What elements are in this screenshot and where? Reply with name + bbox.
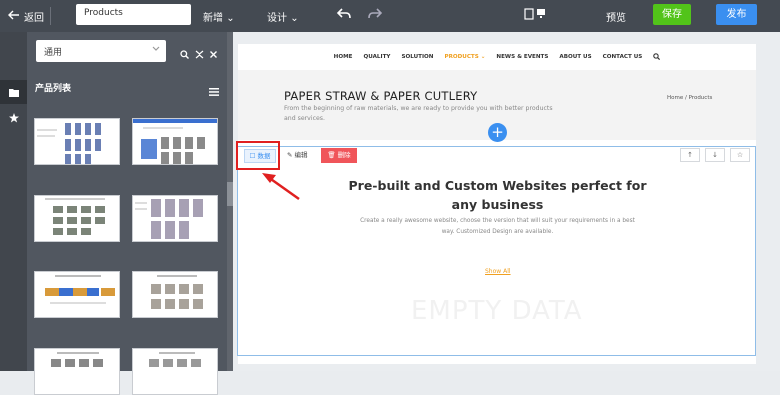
annotation-arrow-icon xyxy=(262,173,300,201)
